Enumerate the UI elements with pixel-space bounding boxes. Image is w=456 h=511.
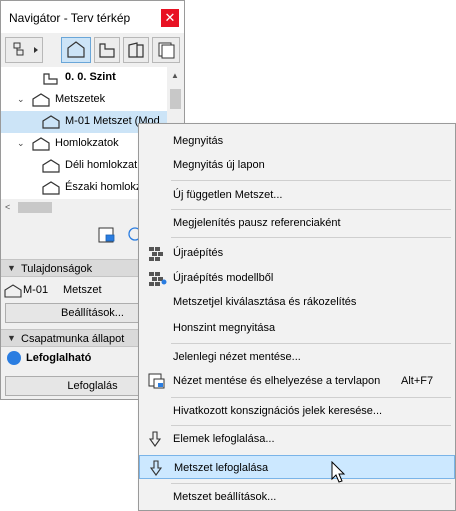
close-icon[interactable]: ✕	[161, 9, 179, 27]
menu-separator	[171, 343, 451, 344]
reserve-arrow-icon	[148, 431, 162, 447]
menu-separator	[171, 397, 451, 398]
section-title: Tulajdonságok	[21, 263, 93, 275]
menu-item-label: Elemek lefoglalása...	[173, 433, 275, 445]
menu-item-reserve-section[interactable]: Metszet lefoglalása	[139, 455, 455, 479]
navigator-toolbar	[1, 33, 184, 67]
elevation-icon	[42, 159, 60, 173]
menu-item-label: Újraépítés	[173, 247, 224, 259]
view-switch-icon	[13, 42, 38, 56]
menu-item-open[interactable]: Megnyitás	[139, 129, 455, 153]
tree-item-label: Északi homlokz	[65, 181, 142, 193]
reserve-arrow-icon	[149, 460, 163, 476]
menu-item-open-home-story[interactable]: Honszint megnyitása	[139, 316, 455, 340]
scroll-thumb[interactable]	[170, 89, 181, 109]
menu-item-rebuild[interactable]: Újraépítés	[139, 241, 455, 265]
menu-separator	[171, 209, 451, 210]
menu-item-shortcut: Alt+F7	[401, 375, 434, 387]
menu-item-label: Metszet lefoglalása	[174, 462, 269, 474]
tree-item-label: Déli homlokzat	[65, 159, 138, 171]
view-map-button[interactable]	[94, 37, 120, 63]
tree-item-label: Homlokzatok	[55, 137, 119, 149]
save-place-view-icon	[148, 373, 165, 389]
section-title: Csapatmunka állapot	[21, 333, 125, 345]
menu-item-show-as-trace[interactable]: Megjelenítés pausz referenciaként	[139, 211, 455, 235]
menu-item-label: Nézet mentése és elhelyezése a tervlapon	[173, 375, 381, 387]
layout-book-button[interactable]	[123, 37, 149, 63]
collapse-triangle-icon[interactable]: ▼	[7, 263, 16, 273]
scroll-thumb[interactable]	[18, 202, 52, 213]
status-text: Lefoglalható	[26, 352, 92, 364]
section-icon	[4, 284, 22, 298]
menu-item-label: Metszet beállítások...	[173, 491, 277, 503]
status-dot-icon	[7, 351, 21, 365]
view-name: Metszet	[63, 284, 102, 296]
menu-item-label: Honszint megnyitása	[173, 322, 276, 334]
rebuild-from-model-icon	[149, 272, 167, 286]
menu-item-save-and-place-view[interactable]: Nézet mentése és elhelyezése a tervlapon…	[139, 369, 455, 393]
menu-item-reserve-elements[interactable]: Elemek lefoglalása...	[139, 427, 455, 451]
menu-item-open-new-tab[interactable]: Megnyitás új lapon	[139, 153, 455, 177]
menu-item-label: Újraépítés modellből	[173, 272, 274, 284]
layout-book-icon	[128, 42, 144, 58]
menu-item-label: Megjelenítés pausz referenciaként	[173, 217, 341, 229]
elevation-icon	[42, 181, 60, 195]
scroll-up-icon[interactable]: ▲	[171, 71, 179, 80]
menu-item-label: Jelenlegi nézet mentése...	[173, 351, 301, 363]
menu-item-label: Megnyitás új lapon	[173, 159, 265, 171]
story-icon	[43, 73, 58, 85]
section-icon	[42, 115, 60, 129]
new-layout-icon[interactable]	[97, 226, 119, 246]
rebuild-icon	[149, 247, 163, 261]
menu-item-rebuild-from-model[interactable]: Újraépítés modellből	[139, 266, 455, 290]
tree-item-label: Metszetek	[55, 93, 106, 105]
menu-item-label: Metszetjel kiválasztása és rákozelítés	[173, 296, 357, 308]
sections-folder-icon	[32, 93, 50, 107]
tree-item-story[interactable]: 0. 0. Szint	[1, 67, 167, 89]
view-id: M-01	[23, 284, 49, 296]
menu-separator	[171, 237, 451, 238]
tree-item-sections[interactable]: ⌄ Metszetek	[1, 89, 167, 111]
project-map-icon	[67, 41, 85, 58]
tree-item-label: 0. 0. Szint	[65, 71, 116, 83]
menu-item-section-settings[interactable]: Metszet beállítások...	[139, 485, 455, 509]
view-switch-button[interactable]	[5, 37, 43, 63]
navigator-titlebar[interactable]: Navigátor - Terv térkép ✕	[1, 1, 184, 33]
chevron-down-icon[interactable]: ⌄	[17, 94, 25, 105]
menu-item-save-current-view[interactable]: Jelenlegi nézet mentése...	[139, 345, 455, 369]
elevations-folder-icon	[32, 137, 50, 151]
mouse-cursor-icon	[331, 461, 346, 483]
view-map-icon	[99, 43, 115, 58]
menu-item-label: Új független Metszet...	[173, 189, 283, 201]
publisher-icon	[158, 42, 175, 59]
menu-separator	[171, 483, 451, 484]
project-map-button[interactable]	[61, 37, 91, 63]
menu-separator	[171, 425, 451, 426]
menu-separator	[171, 180, 451, 181]
publisher-button[interactable]	[152, 37, 180, 63]
menu-item-select-section-marker[interactable]: Metszetjel kiválasztása és rákozelítés	[139, 290, 455, 314]
menu-item-find-linked-markers[interactable]: Hivatkozott konszignációs jelek keresése…	[139, 399, 455, 423]
collapse-triangle-icon[interactable]: ▼	[7, 333, 16, 343]
menu-item-label: Megnyitás	[173, 135, 224, 147]
context-menu: Megnyitás Megnyitás új lapon Új függetle…	[138, 123, 456, 511]
window-title: Navigátor - Terv térkép	[9, 11, 131, 25]
menu-item-new-independent-section[interactable]: Új független Metszet...	[139, 183, 455, 207]
scroll-left-icon[interactable]: <	[5, 202, 10, 212]
menu-item-label: Hivatkozott konszignációs jelek keresése…	[173, 405, 383, 417]
chevron-down-icon[interactable]: ⌄	[17, 138, 25, 149]
